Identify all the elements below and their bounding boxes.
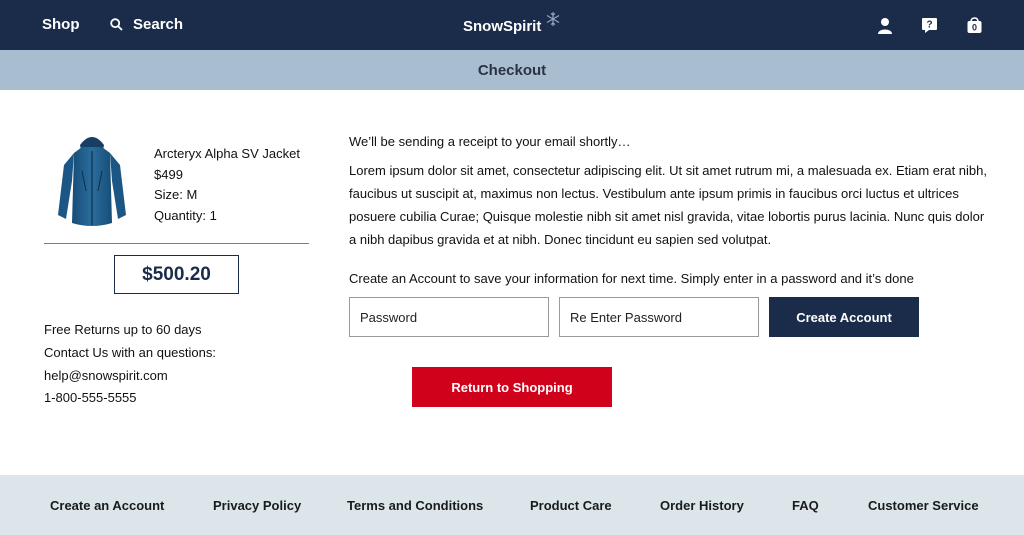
nav-icons: ? 0	[873, 14, 986, 36]
support-info: Free Returns up to 60 days Contact Us wi…	[44, 319, 216, 410]
receipt-note: We’ll be sending a receipt to your email…	[349, 134, 631, 149]
product-details: Arcteryx Alpha SV Jacket $499 Size: M Qu…	[154, 144, 300, 226]
svg-text:?: ?	[926, 19, 932, 30]
page-title: Checkout	[0, 50, 1024, 90]
shop-link[interactable]: Shop	[42, 16, 80, 33]
product-name[interactable]: Arcteryx Alpha SV Jacket	[154, 144, 300, 165]
search-icon	[110, 18, 123, 31]
top-nav: Shop Search SnowSpirit ? 0	[0, 0, 1024, 50]
contact-text: Contact Us with an questions:	[44, 344, 216, 360]
user-icon[interactable]	[873, 14, 896, 36]
support-phone[interactable]: 1-800-555-5555	[44, 387, 216, 410]
create-account-button[interactable]: Create Account	[769, 297, 919, 337]
footer-link-product-care[interactable]: Product Care	[530, 498, 612, 513]
footer-link-privacy-policy[interactable]: Privacy Policy	[213, 498, 301, 513]
return-to-shopping-button[interactable]: Return to Shopping	[412, 367, 612, 407]
help-icon[interactable]: ?	[918, 14, 941, 36]
body-text: Lorem ipsum dolor sit amet, consectetur …	[349, 163, 987, 247]
product-price: $499	[154, 166, 183, 182]
product-size: Size: M	[154, 187, 198, 202]
footer-link-customer-service[interactable]: Customer Service	[868, 498, 979, 513]
search-button[interactable]: Search	[110, 16, 183, 33]
create-account-note: Create an Account to save your informati…	[349, 271, 914, 286]
search-label: Search	[133, 16, 184, 33]
footer-link-create-account[interactable]: Create an Account	[50, 498, 164, 513]
footer-link-terms[interactable]: Terms and Conditions	[347, 498, 483, 513]
footer: Create an Account Privacy Policy Terms a…	[0, 475, 1024, 535]
divider	[44, 243, 309, 244]
password-field[interactable]	[349, 297, 549, 337]
cart-icon[interactable]: 0	[963, 14, 986, 36]
snowflake-icon	[546, 12, 560, 26]
footer-link-faq[interactable]: FAQ	[792, 498, 819, 513]
product-image	[58, 137, 126, 226]
reenter-password-field[interactable]	[559, 297, 759, 337]
product-quantity: Quantity: 1	[154, 207, 217, 223]
footer-link-order-history[interactable]: Order History	[660, 498, 744, 513]
brand-logo[interactable]: SnowSpirit	[463, 18, 541, 35]
order-total: $500.20	[114, 255, 239, 294]
returns-text: Free Returns up to 60 days	[44, 322, 202, 337]
support-email[interactable]: help@snowspirit.com	[44, 365, 216, 388]
cart-count: 0	[972, 22, 977, 32]
